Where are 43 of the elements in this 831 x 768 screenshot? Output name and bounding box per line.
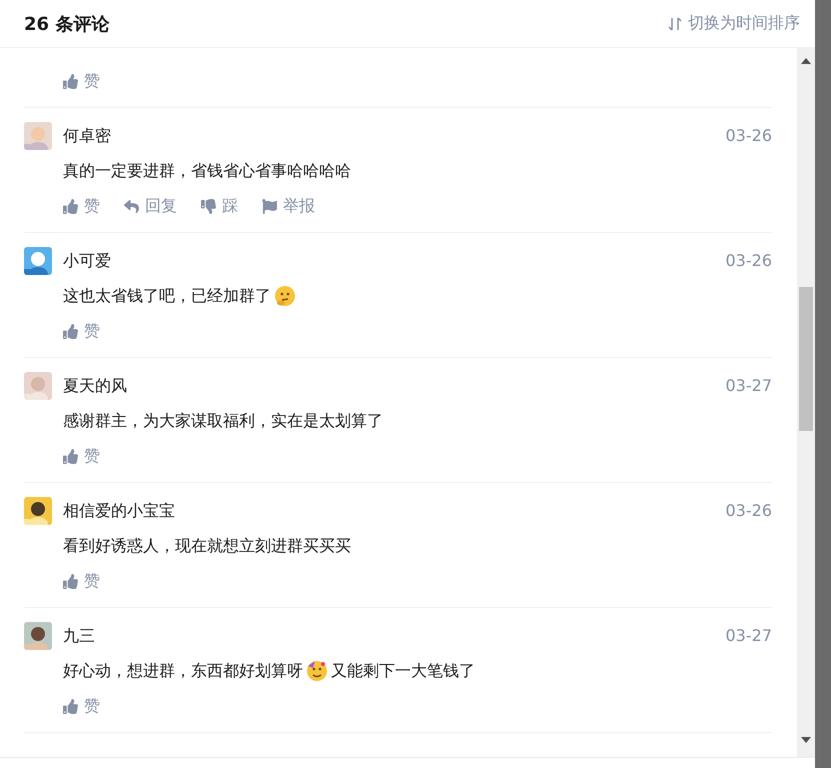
like-button[interactable]: 赞 <box>63 320 100 342</box>
comment-date: 03-26 <box>726 251 772 271</box>
comment-text: 又能剩下一大笔钱了 <box>331 661 475 681</box>
scrollbar-thumb[interactable] <box>799 287 813 431</box>
thumbs-up-icon <box>63 74 78 88</box>
comment-date: 03-27 <box>726 626 772 646</box>
like-button[interactable]: 赞 <box>63 196 100 216</box>
comment-text: 真的一定要进群，省钱省心省事哈哈哈哈 <box>63 161 351 181</box>
scrollbar[interactable] <box>797 48 815 757</box>
user-name[interactable]: 夏天的风 <box>63 376 127 396</box>
comment-text: 这也太省钱了吧，已经加群了 <box>63 286 271 306</box>
user-name[interactable]: 相信爱的小宝宝 <box>63 501 175 521</box>
thumbs-up-icon <box>63 198 78 214</box>
like-button[interactable]: 赞 <box>63 570 100 592</box>
scroll-up-icon <box>801 58 811 64</box>
like-button[interactable]: 赞 <box>63 446 100 466</box>
thumbs-down-icon <box>201 198 216 214</box>
comment-date: 03-26 <box>726 501 772 521</box>
comment-date: 03-27 <box>726 376 772 396</box>
thumbs-up-icon <box>63 324 78 338</box>
comment-text: 好心动，想进群，东西都好划算呀 <box>63 661 303 681</box>
comment-text: 看到好诱惑人，现在就想立刻进群买买买 <box>63 536 351 556</box>
user-name[interactable]: 何卓密 <box>63 126 111 146</box>
user-name[interactable]: 小可爱 <box>63 251 111 271</box>
thumbs-up-icon <box>63 448 78 464</box>
reply-icon <box>124 198 139 214</box>
sort-button[interactable]: 切换为时间排序 <box>668 13 800 34</box>
report-button[interactable]: 举报 <box>262 196 315 216</box>
flag-icon <box>262 198 277 214</box>
comment-text: 感谢群主，为大家谋取福利，实在是太划算了 <box>63 411 383 431</box>
comment-date: 03-26 <box>726 126 772 146</box>
like-button[interactable]: 赞 <box>63 70 100 92</box>
party-emoji-icon <box>306 660 328 682</box>
dislike-button[interactable]: 踩 <box>201 196 238 216</box>
thumbs-up-icon <box>63 698 78 714</box>
reply-button[interactable]: 回复 <box>124 196 177 216</box>
thumbs-up-icon <box>63 574 78 588</box>
comment-count-title: 26 条评论 <box>24 12 110 36</box>
scroll-down-icon <box>801 737 811 743</box>
thinking-emoji-icon <box>274 285 296 307</box>
sort-icon <box>668 16 682 32</box>
like-button[interactable]: 赞 <box>63 696 100 716</box>
user-name[interactable]: 九三 <box>63 626 95 646</box>
